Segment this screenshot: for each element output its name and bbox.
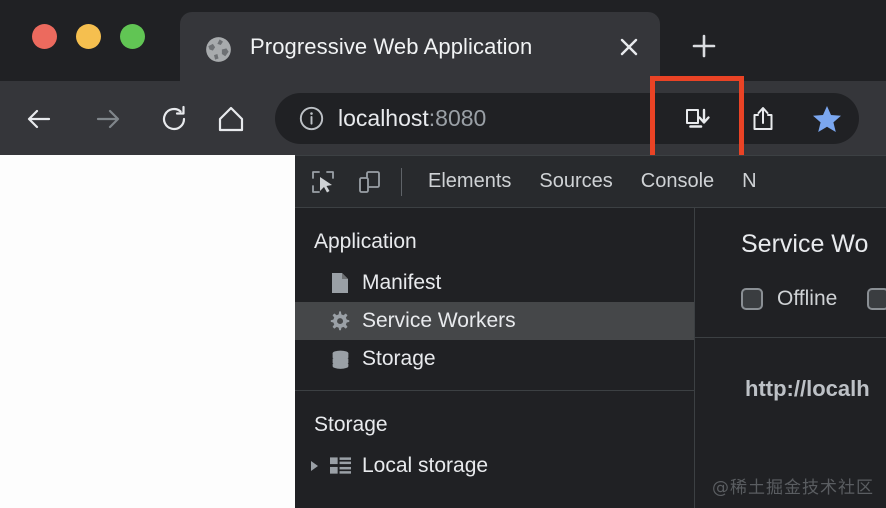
forward-button[interactable] — [86, 97, 130, 141]
window-minimize-button[interactable] — [76, 24, 101, 49]
sidebar-item-manifest[interactable]: Manifest — [295, 264, 694, 302]
back-button[interactable] — [17, 97, 61, 141]
sidebar-item-label: Local storage — [362, 454, 488, 478]
sidebar-section-storage: Storage — [295, 391, 694, 447]
share-icon[interactable] — [742, 98, 784, 140]
globe-icon — [205, 36, 232, 63]
browser-tab[interactable]: Progressive Web Application — [180, 12, 660, 81]
service-worker-options: Offline — [741, 287, 886, 311]
url-host: localhost — [338, 105, 429, 131]
sidebar-item-service-workers[interactable]: Service Workers — [295, 302, 694, 340]
service-worker-scope-url: http://localh — [745, 376, 870, 402]
table-icon — [329, 455, 351, 477]
address-bar-text: localhost:8080 — [338, 93, 486, 144]
sidebar-item-local-storage[interactable]: Local storage — [295, 447, 694, 485]
web-page-content — [0, 155, 295, 508]
tab-title: Progressive Web Application — [250, 12, 532, 81]
sidebar-item-label: Service Workers — [362, 309, 516, 333]
offline-checkbox[interactable] — [741, 288, 763, 310]
tab-network[interactable]: N — [728, 156, 770, 207]
sidebar-section-application: Application — [295, 208, 694, 264]
chevron-right-icon[interactable] — [309, 460, 325, 472]
window-maximize-button[interactable] — [120, 24, 145, 49]
gear-icon — [329, 310, 351, 332]
pane-title: Service Wo — [741, 230, 868, 259]
watermark: @稀土掘金技术社区 — [712, 473, 874, 498]
device-toolbar-icon[interactable] — [351, 164, 387, 200]
offline-label: Offline — [777, 287, 837, 311]
tab-elements[interactable]: Elements — [414, 156, 525, 207]
url-port: :8080 — [429, 105, 487, 131]
close-icon[interactable] — [616, 34, 642, 60]
application-sidebar: Application Manifest — [295, 208, 695, 508]
document-icon — [329, 272, 351, 294]
reload-icon[interactable] — [152, 97, 196, 141]
devtools-panel: Elements Sources Console N Application M… — [295, 155, 886, 508]
install-app-icon[interactable] — [676, 98, 718, 140]
window-close-button[interactable] — [32, 24, 57, 49]
database-icon — [329, 348, 351, 370]
new-tab-button[interactable] — [678, 20, 730, 72]
devtools-toolbar: Elements Sources Console N — [295, 156, 886, 208]
sidebar-item-label: Manifest — [362, 271, 441, 295]
sidebar-item-storage[interactable]: Storage — [295, 340, 694, 378]
sidebar-item-label: Storage — [362, 347, 436, 371]
home-icon[interactable] — [209, 97, 253, 141]
bookmark-star-icon[interactable] — [806, 98, 848, 140]
browser-window: Progressive Web Application — [0, 0, 886, 508]
tab-console[interactable]: Console — [627, 156, 728, 207]
service-workers-header: Service Wo Offline — [695, 208, 886, 338]
info-circle-icon[interactable] — [298, 105, 325, 132]
toolbar-divider — [401, 168, 402, 196]
window-traffic-lights — [32, 24, 145, 49]
tab-strip: Progressive Web Application — [0, 0, 886, 81]
devtools-body: Application Manifest — [295, 208, 886, 508]
service-workers-pane: Service Wo Offline http://localh — [695, 208, 886, 508]
inspect-element-icon[interactable] — [305, 164, 341, 200]
update-on-reload-checkbox[interactable] — [867, 288, 886, 310]
tab-sources[interactable]: Sources — [525, 156, 626, 207]
